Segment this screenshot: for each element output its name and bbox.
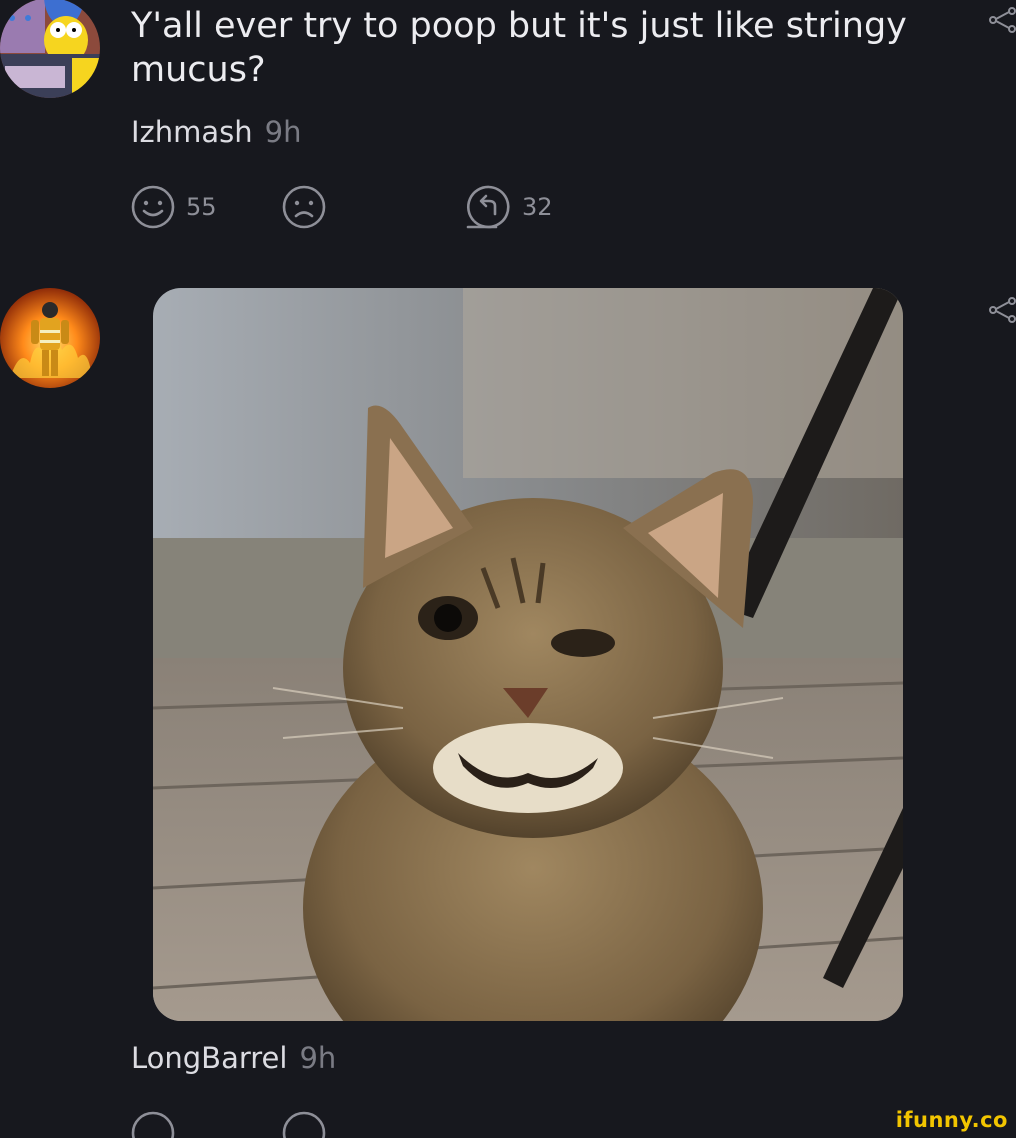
share-button[interactable]	[988, 6, 1016, 34]
comment-text: Y'all ever try to poop but it's just lik…	[131, 6, 907, 90]
smile-count: 55	[186, 193, 217, 221]
reply-count: 32	[522, 193, 553, 221]
username[interactable]: Izhmash	[131, 115, 253, 149]
timestamp: 9h	[299, 1041, 337, 1075]
share-icon	[988, 7, 1016, 38]
comment-actions-partial	[130, 1110, 330, 1138]
comment-2: LongBarrel 9h	[0, 280, 1016, 1138]
frown-button[interactable]	[281, 184, 327, 230]
avatar-image	[0, 0, 100, 98]
username[interactable]: LongBarrel	[131, 1041, 287, 1075]
frown-icon[interactable]	[281, 1110, 327, 1138]
smile-icon	[130, 184, 176, 230]
comment-meta: Izhmash 9h	[131, 114, 302, 150]
smile-icon[interactable]	[130, 1110, 176, 1138]
frown-icon	[281, 184, 327, 230]
cat-photo	[153, 288, 903, 1021]
timestamp: 9h	[264, 115, 302, 149]
avatar[interactable]	[0, 288, 100, 388]
avatar[interactable]	[0, 0, 100, 98]
comment-1: Y'all ever try to poop but it's just lik…	[0, 0, 1016, 250]
avatar-image	[0, 288, 100, 388]
comment-image[interactable]	[153, 288, 903, 1021]
smile-button[interactable]: 55	[130, 184, 217, 230]
reply-icon	[466, 184, 512, 230]
reply-button[interactable]: 32	[466, 184, 553, 230]
share-icon	[988, 297, 1016, 328]
share-button[interactable]	[988, 296, 1016, 324]
comment-actions: 55 32	[130, 184, 730, 230]
comment-meta: LongBarrel 9h	[131, 1040, 336, 1076]
watermark: ifunny.co	[895, 1108, 1008, 1132]
